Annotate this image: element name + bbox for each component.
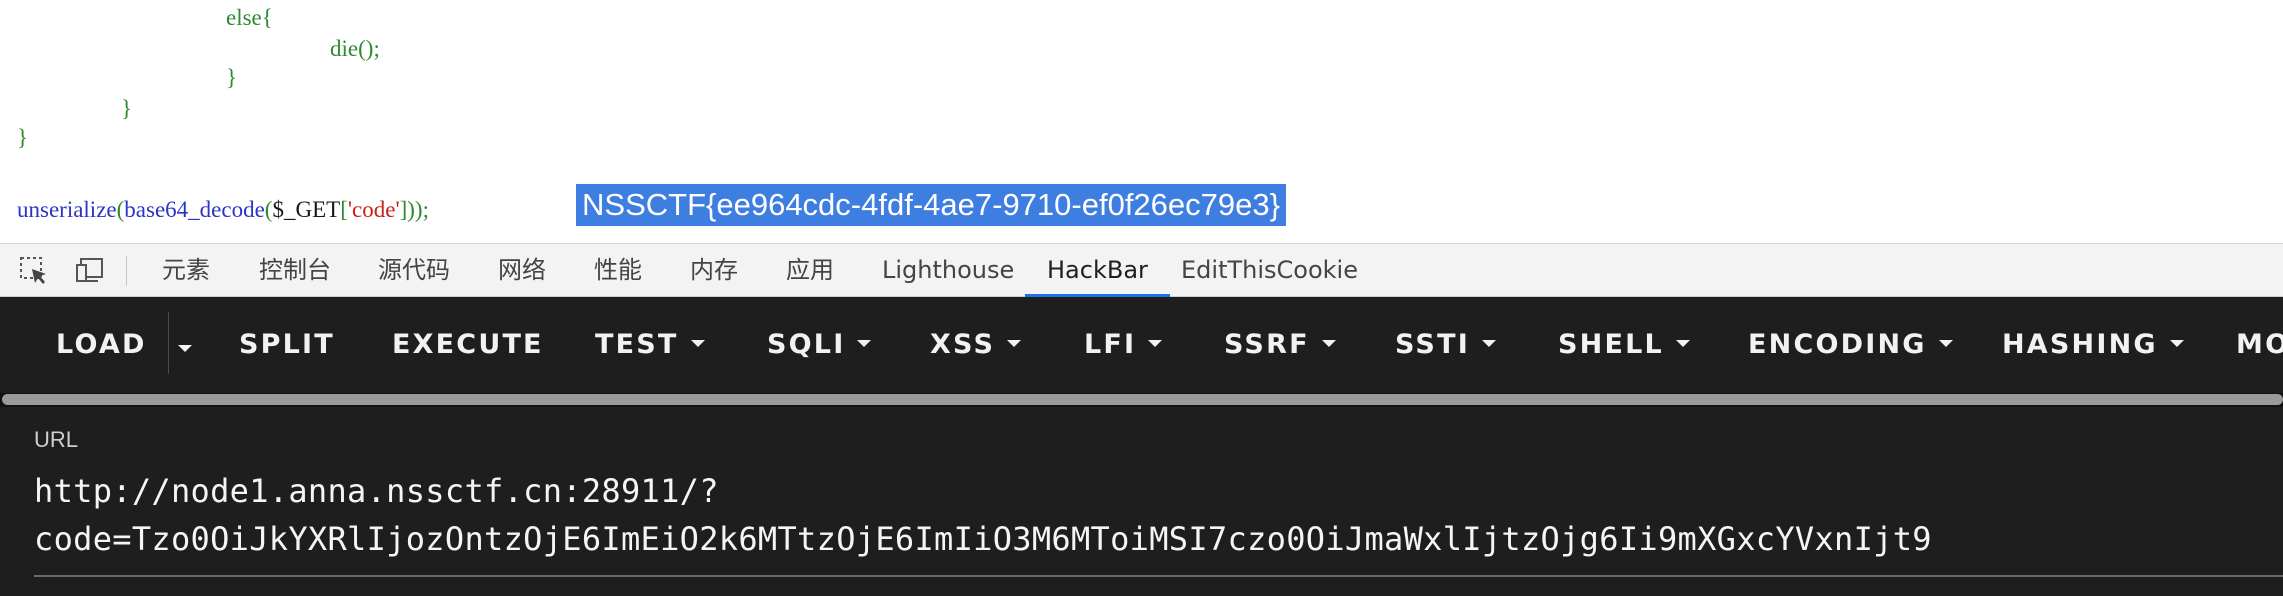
tab-application[interactable]: 应用	[786, 244, 834, 296]
url-input-line-2[interactable]: code=Tzo0OiJkYXRlIjozOntzOjE6ImEiO2k6MTt…	[34, 520, 1932, 558]
ssti-menu-button[interactable]: SSTI	[1395, 297, 1496, 393]
code-key: code	[352, 197, 396, 222]
die-parens: ()	[358, 36, 374, 61]
tab-memory[interactable]: 内存	[690, 244, 738, 296]
die-semicolon: ;	[373, 36, 380, 61]
url-input-underline	[34, 575, 2283, 577]
lfi-menu-button[interactable]: LFI	[1084, 297, 1163, 393]
tab-hackbar[interactable]: HackBar	[1025, 244, 1170, 297]
code-line-close-if: }	[121, 96, 133, 121]
ssrf-menu-button[interactable]: SSRF	[1224, 297, 1336, 393]
load-dropdown-caret-icon[interactable]	[175, 339, 195, 359]
test-label: TEST	[595, 329, 679, 360]
chevron-down-icon	[1481, 340, 1496, 347]
chevron-down-icon	[1007, 340, 1022, 347]
chevron-down-icon	[1938, 340, 1953, 347]
shell-menu-button[interactable]: SHELL	[1558, 297, 1690, 393]
hashing-menu-button[interactable]: HASHING	[2002, 297, 2184, 393]
more-menu-button[interactable]: MO	[2236, 297, 2283, 393]
hashing-label: HASHING	[2002, 329, 2158, 360]
source-code-view: else{ die(); } } } unserialize(base64_de…	[0, 0, 2283, 243]
sqli-menu-button[interactable]: SQLI	[767, 297, 872, 393]
unserialize-fn: unserialize	[17, 197, 117, 222]
tab-lighthouse[interactable]: Lighthouse	[882, 244, 1014, 296]
open-brace: {	[261, 5, 273, 30]
load-button[interactable]: LOAD	[56, 297, 147, 393]
sqli-label: SQLI	[767, 329, 846, 360]
code-line-unserialize: unserialize(base64_decode($_GET['code'])…	[17, 197, 429, 222]
xss-menu-button[interactable]: XSS	[930, 297, 1022, 393]
toolbar-separator	[126, 256, 127, 286]
devtools-tab-strip: 元素 控制台 源代码 网络 性能 内存 应用 Lighthouse HackBa…	[0, 243, 2283, 297]
code-line-close-function: }	[17, 125, 29, 150]
die-call: die	[330, 36, 359, 61]
tab-sources[interactable]: 源代码	[378, 244, 450, 296]
lfi-label: LFI	[1084, 329, 1137, 360]
code-line-else: else{	[226, 4, 273, 32]
tab-network[interactable]: 网络	[498, 244, 546, 296]
base64-decode-fn: base64_decode	[124, 197, 265, 222]
chevron-down-icon	[857, 340, 872, 347]
code-line-die: die();	[330, 35, 380, 63]
encoding-label: ENCODING	[1748, 329, 1927, 360]
get-var: $_GET	[272, 197, 341, 222]
chevron-down-icon	[1321, 340, 1336, 347]
ssrf-label: SSRF	[1224, 329, 1310, 360]
code-line-close-else: }	[226, 65, 238, 90]
tab-console[interactable]: 控制台	[259, 244, 331, 296]
execute-button[interactable]: EXECUTE	[392, 297, 544, 393]
chevron-down-icon	[690, 340, 705, 347]
url-label: URL	[34, 427, 79, 452]
chevron-down-icon	[1675, 340, 1690, 347]
shell-label: SHELL	[1558, 329, 1664, 360]
horizontal-scrollbar-thumb[interactable]	[2, 394, 2283, 405]
flag-output-selected[interactable]: NSSCTF{ee964cdc-4fdf-4ae7-9710-ef0f26ec7…	[576, 184, 1286, 226]
load-split-divider	[168, 312, 169, 374]
test-menu-button[interactable]: TEST	[595, 297, 705, 393]
tab-elements[interactable]: 元素	[162, 244, 210, 296]
split-button[interactable]: SPLIT	[239, 297, 335, 393]
else-keyword: else	[226, 5, 262, 30]
encoding-menu-button[interactable]: ENCODING	[1748, 297, 1953, 393]
device-toolbar-icon[interactable]	[74, 255, 106, 287]
ssti-label: SSTI	[1395, 329, 1470, 360]
tab-editthiscookie[interactable]: EditThisCookie	[1181, 244, 1358, 296]
tab-performance[interactable]: 性能	[594, 244, 642, 296]
url-input-line-1[interactable]: http://node1.anna.nssctf.cn:28911/?	[34, 472, 719, 510]
chevron-down-icon	[1148, 340, 1163, 347]
inspect-element-icon[interactable]	[18, 255, 50, 287]
xss-label: XSS	[930, 329, 996, 360]
chevron-down-icon	[2169, 340, 2184, 347]
